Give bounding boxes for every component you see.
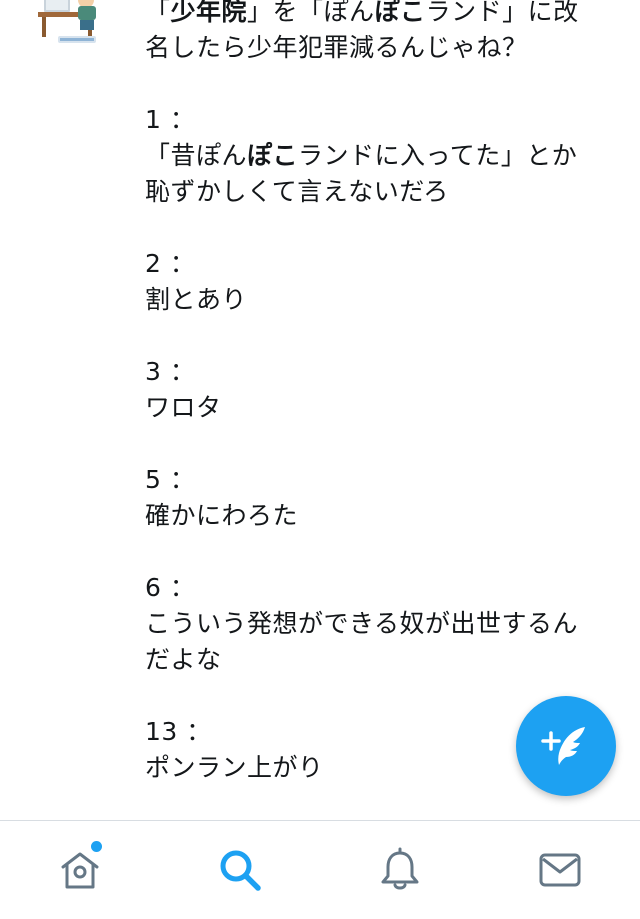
reply-text-line2: だよな [145,645,222,674]
tweet-headline: 「少年院」を「ぽんぽこランド」に改 [145,0,615,30]
tweet-headline-line2: 名したら少年犯罪減るんじゃね？ [145,33,528,62]
reply-text-pre: 「昔ぽん [145,141,248,170]
avatar[interactable] [28,0,128,52]
tab-messages[interactable] [480,821,640,919]
reply-text: 割とあり [145,285,248,314]
compose-tweet-icon [541,727,585,765]
search-icon [220,850,261,891]
headline-mid: 」を「ぽん [247,0,375,26]
tab-home[interactable] [0,821,160,919]
bottom-tab-bar [0,820,640,919]
reply-text-bold: ぽこ [247,141,299,170]
reply-text: ワロタ [145,393,222,422]
reply-text: 「昔ぽんぽこランドに入ってた」とか [145,138,615,174]
home-icon [61,852,99,889]
headline-bold-word2: ぽこ [374,0,426,26]
reply-number: 6 ： [145,573,196,602]
bell-icon [381,847,419,890]
compose-tweet-button[interactable] [516,696,616,796]
reply-number: 2 ： [145,249,196,278]
tweet-text: 「少年院」を「ぽんぽこランド」に改 名したら少年犯罪減るんじゃね？ 1 ： 「昔… [145,0,615,786]
tab-notifications[interactable] [320,821,480,919]
reply-number: 1 ： [145,105,196,134]
reply-text: 確かにわろた [145,501,299,530]
avatar-illustration [28,0,128,52]
reply-number: 5 ： [145,465,196,494]
reply-text-post: ランドに入ってた」とか [298,141,578,170]
headline-quote-open: 「 [145,0,171,26]
reply-text-line2: 恥ずかしくて言えないだろ [145,177,449,206]
headline-bold-word1: 少年院 [170,0,248,26]
mail-icon [539,853,581,887]
headline-rest: ランド」に改 [425,0,579,26]
reply-number: 3 ： [145,357,196,386]
notification-dot [91,841,102,852]
reply-text: こういう発想ができる奴が出世するん [145,609,579,638]
tab-search[interactable] [160,821,320,919]
